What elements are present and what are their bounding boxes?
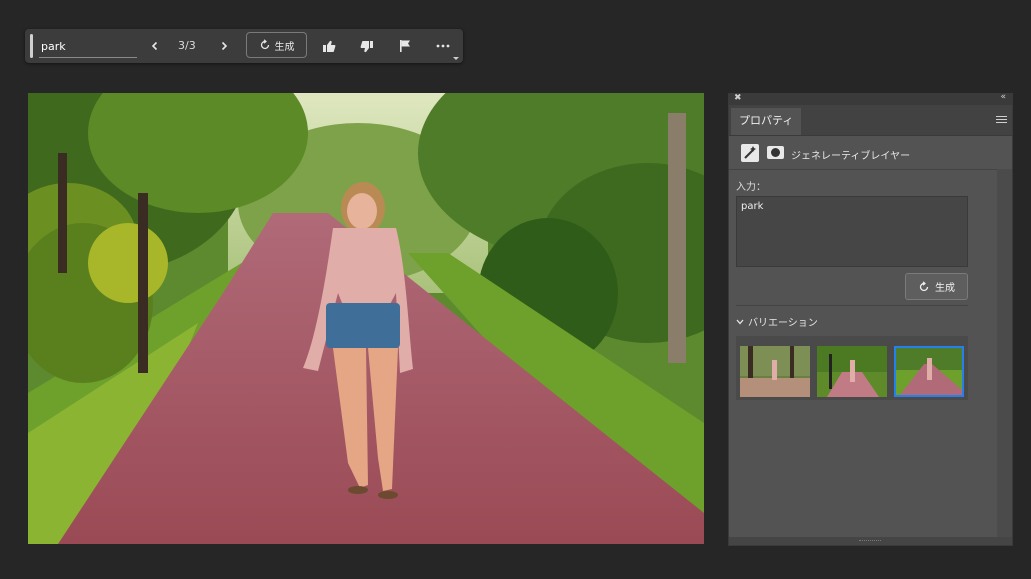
generative-layer-icon (741, 144, 759, 162)
chevron-down-icon (736, 319, 744, 324)
panel-scrollbar[interactable] (997, 169, 1012, 544)
chevron-left-icon (151, 41, 158, 51)
layer-type-label: ジェネレーティブレイヤー (791, 151, 911, 162)
report-button[interactable] (395, 36, 415, 56)
variations-label: バリエーション (748, 318, 818, 329)
regenerate-icon (919, 280, 929, 291)
taskbar-options-indicator[interactable] (453, 57, 459, 60)
variation-counter: 3/3 (178, 39, 196, 52)
prompt-textarea[interactable]: park (736, 196, 968, 267)
thumbs-down-icon (360, 40, 373, 52)
park-photo (28, 93, 704, 544)
thumbs-up-button[interactable] (319, 36, 339, 56)
more-icon (436, 44, 450, 48)
thumbs-down-button[interactable] (357, 36, 377, 56)
panel-resize-handle[interactable] (729, 537, 1012, 545)
thumbs-up-icon (323, 40, 336, 52)
variations-section-header[interactable]: バリエーション (736, 314, 818, 329)
panel-tab-bar: プロパティ (729, 105, 1012, 136)
section-divider (736, 305, 968, 306)
input-label: 入力： (736, 182, 766, 193)
close-icon[interactable]: ✖ (734, 93, 742, 103)
panel-generate-label: 生成 (935, 283, 955, 294)
panel-generate-button[interactable]: 生成 (905, 273, 968, 300)
variation-thumbnail-2[interactable] (817, 346, 887, 397)
contextual-task-bar: 3/3 生成 (25, 29, 463, 63)
document-canvas[interactable] (28, 93, 704, 544)
generate-label: 生成 (274, 41, 295, 53)
flag-icon (400, 40, 410, 52)
variation-thumbnail-1[interactable] (740, 346, 810, 397)
more-options-button[interactable] (433, 36, 453, 56)
drag-handle[interactable] (30, 34, 33, 58)
properties-panel: ✖ « プロパティ ジェネレーティブレイヤー 入力： park 生成 バリエーシ… (728, 92, 1013, 546)
variations-grid (736, 336, 968, 400)
chevron-right-icon (221, 41, 228, 51)
collapse-icon[interactable]: « (1000, 92, 1006, 102)
panel-header-bar: ✖ « (729, 92, 1012, 105)
prompt-input[interactable] (39, 35, 137, 58)
panel-menu-icon[interactable] (996, 114, 1007, 125)
mask-icon (767, 146, 784, 159)
tab-properties[interactable]: プロパティ (731, 108, 802, 135)
variation-thumbnail-3[interactable] (894, 346, 964, 397)
layer-type-row: ジェネレーティブレイヤー (729, 136, 1012, 170)
regenerate-icon (260, 39, 269, 50)
next-variation-button[interactable] (214, 36, 234, 56)
previous-variation-button[interactable] (145, 36, 165, 56)
generate-button[interactable]: 生成 (246, 32, 307, 58)
